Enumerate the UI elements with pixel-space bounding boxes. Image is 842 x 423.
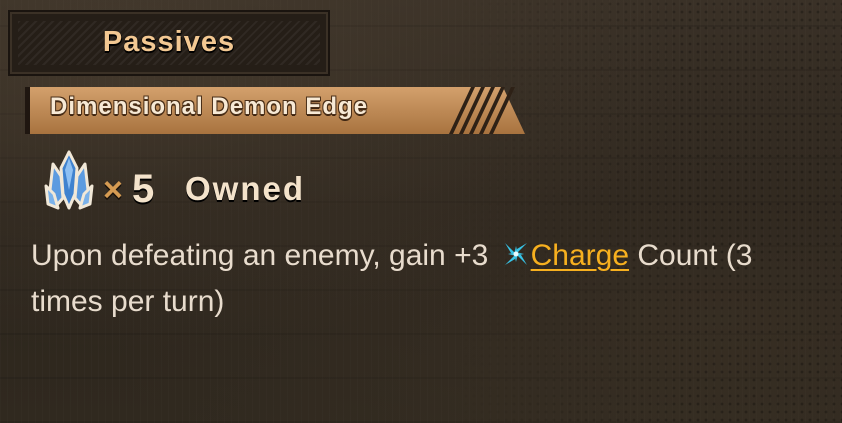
description-text-start: Upon defeating an enemy, gain +3 [31,239,497,272]
halftone-texture [462,0,842,423]
skill-name: Dimensional Demon Edge [50,93,369,120]
charge-icon [504,243,527,265]
blue-crystal-icon [44,150,94,210]
owned-count: 5 [132,167,155,211]
passives-title: Passives [102,26,236,58]
skill-banner: Dimensional Demon Edge [25,87,525,134]
owned-label: Owned [185,170,306,207]
multiplier-sign: × [103,171,123,209]
passive-description: Upon defeating an enemy, gain +3 Charge … [31,233,821,325]
passives-header: Passives [10,12,328,74]
charge-keyword-link[interactable]: Charge [531,239,629,272]
